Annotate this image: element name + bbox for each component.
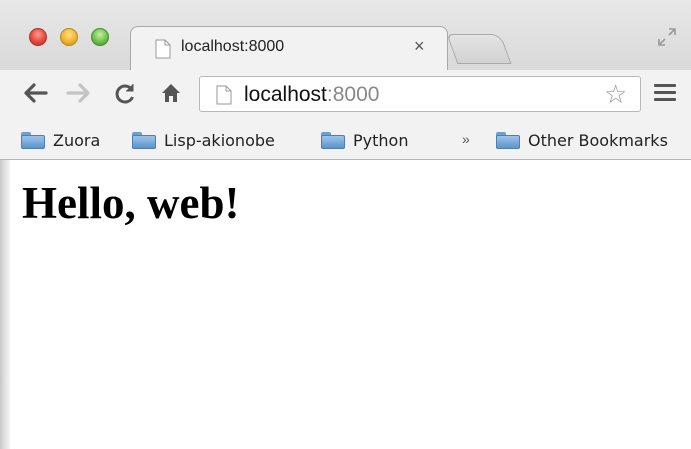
page-heading: Hello, web!	[22, 178, 240, 228]
bookmark-folder-zuora[interactable]: Zuora	[21, 129, 100, 151]
page-content: Hello, web!	[10, 161, 691, 449]
page-icon	[216, 85, 232, 110]
reload-button[interactable]	[113, 82, 137, 110]
tab-strip: localhost:8000 ×	[0, 0, 691, 70]
address-bar[interactable]: localhost:8000 ☆	[199, 76, 641, 112]
fullscreen-icon[interactable]	[657, 27, 677, 52]
browser-window: localhost:8000 × localhost:8000 ☆ Zuora …	[0, 0, 691, 449]
url-host: localhost	[244, 83, 327, 106]
bookmark-folder-other[interactable]: Other Bookmarks	[496, 129, 668, 151]
zoom-window-button[interactable]	[91, 28, 109, 46]
bookmark-label: Lisp-akionobe	[164, 130, 275, 150]
folder-icon	[321, 131, 345, 149]
window-edge	[0, 160, 10, 449]
folder-icon	[21, 131, 45, 149]
home-button[interactable]	[160, 82, 182, 108]
bookmarks-overflow-icon[interactable]: »	[462, 131, 470, 147]
back-button[interactable]	[22, 82, 48, 108]
tab-title: localhost:8000	[181, 38, 285, 55]
close-tab-icon[interactable]: ×	[414, 36, 425, 57]
new-tab-button[interactable]	[446, 34, 512, 64]
folder-icon	[496, 131, 520, 149]
bookmark-label: Other Bookmarks	[528, 130, 668, 150]
folder-icon	[132, 131, 156, 149]
close-window-button[interactable]	[29, 28, 47, 46]
url-port: :8000	[326, 83, 380, 106]
bookmark-label: Python	[353, 130, 409, 150]
minimize-window-button[interactable]	[60, 28, 78, 46]
forward-button[interactable]	[66, 82, 92, 108]
tab-localhost[interactable]: localhost:8000 ×	[130, 26, 448, 70]
bookmark-folder-lisp-akionobe[interactable]: Lisp-akionobe	[132, 129, 275, 151]
bookmark-folder-python[interactable]: Python	[321, 129, 408, 151]
bookmarks-bar: Zuora Lisp-akionobe Python » Other Bookm…	[0, 120, 691, 160]
bookmark-star-icon[interactable]: ☆	[604, 80, 627, 108]
toolbar: localhost:8000 ☆	[0, 70, 691, 120]
bookmark-label: Zuora	[53, 130, 101, 150]
menu-icon[interactable]	[654, 84, 676, 105]
page-icon	[155, 39, 171, 64]
url-text[interactable]: localhost:8000	[244, 83, 379, 107]
